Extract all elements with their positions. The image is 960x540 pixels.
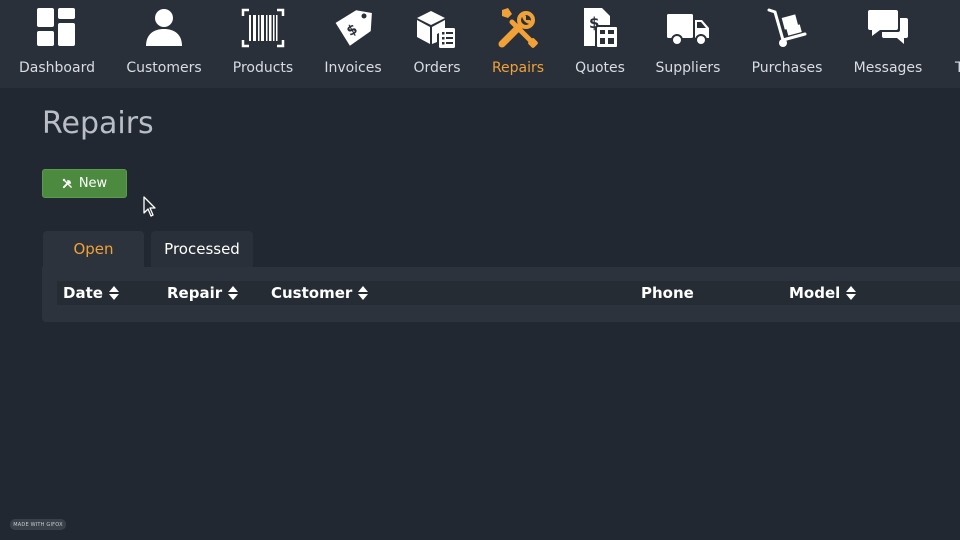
tab-processed[interactable]: Processed: [151, 231, 253, 267]
column-label-model: Model: [789, 284, 841, 302]
nav-label-messages: Messages: [853, 60, 923, 76]
column-label-customer: Customer: [271, 284, 353, 302]
truck-icon: [666, 6, 710, 50]
nav-label-invoices: Invoices: [324, 60, 382, 76]
nav-label-truncated: T: [955, 60, 960, 76]
box-checklist-icon: [415, 6, 459, 50]
dashboard-grid-icon: [35, 6, 79, 50]
chat-bubbles-icon: [866, 6, 910, 50]
column-label-date: Date: [63, 284, 103, 302]
top-navigation-bar: Dashboard Customers Products $ Invoices …: [0, 0, 960, 88]
column-header-phone: Phone: [641, 281, 694, 305]
column-header-model[interactable]: Model: [789, 281, 857, 305]
nav-item-suppliers[interactable]: Suppliers: [640, 0, 736, 88]
nav-item-products[interactable]: Products: [215, 0, 311, 88]
nav-item-dashboard[interactable]: Dashboard: [9, 0, 105, 88]
column-header-customer[interactable]: Customer: [271, 281, 369, 305]
column-label-phone: Phone: [641, 284, 694, 302]
nav-item-purchases[interactable]: Purchases: [739, 0, 835, 88]
nav-label-customers: Customers: [126, 60, 202, 76]
tab-open[interactable]: Open: [43, 231, 144, 267]
column-header-date[interactable]: Date: [63, 281, 119, 305]
gifox-watermark: MADE WITH GIFOX: [10, 519, 66, 530]
nav-item-truncated[interactable]: T: [937, 0, 960, 88]
mouse-pointer-icon: [143, 196, 157, 218]
nav-item-customers[interactable]: Customers: [116, 0, 212, 88]
nav-label-dashboard: Dashboard: [19, 60, 95, 76]
new-button-label: New: [78, 176, 108, 191]
nav-label-quotes: Quotes: [575, 60, 625, 76]
tools-icon: [62, 178, 73, 189]
table-header-row: Date Repair Customer Phone Model: [57, 281, 960, 305]
repairs-table-panel: Date Repair Customer Phone Model: [42, 267, 960, 322]
price-tag-icon: $: [331, 6, 375, 50]
new-repair-button[interactable]: New: [42, 169, 127, 198]
column-label-repair: Repair: [167, 284, 223, 302]
wrench-screwdriver-icon: [496, 6, 540, 50]
sort-icon: [228, 286, 239, 300]
page-title: Repairs: [42, 106, 154, 141]
nav-label-suppliers: Suppliers: [655, 60, 721, 76]
person-icon: [142, 6, 186, 50]
sort-icon: [108, 286, 119, 300]
barcode-icon: [241, 6, 285, 50]
document-calculator-icon: $: [578, 6, 622, 50]
sort-icon: [846, 286, 857, 300]
nav-label-purchases: Purchases: [751, 60, 823, 76]
sort-icon: [358, 286, 369, 300]
nav-item-quotes[interactable]: $ Quotes: [552, 0, 648, 88]
nav-label-products: Products: [232, 60, 294, 76]
column-header-repair[interactable]: Repair: [167, 281, 239, 305]
nav-item-messages[interactable]: Messages: [840, 0, 936, 88]
nav-item-invoices[interactable]: $ Invoices: [305, 0, 401, 88]
watermark-text: MADE WITH GIFOX: [13, 521, 63, 528]
hand-truck-icon: [765, 6, 809, 50]
